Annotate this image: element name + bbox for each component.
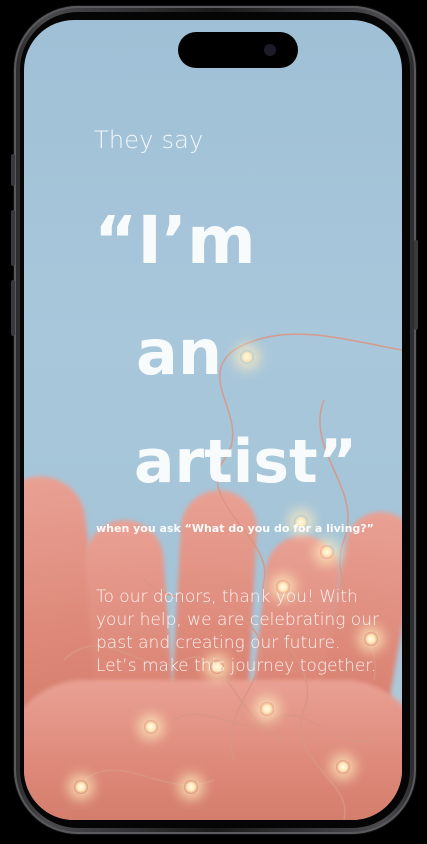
power-button bbox=[414, 240, 418, 330]
action-button bbox=[11, 154, 15, 186]
poster-content: They say “I’m an artist” when you ask “W… bbox=[24, 20, 402, 820]
phone-screen: They say “I’m an artist” when you ask “W… bbox=[24, 20, 402, 820]
thanks-paragraph: To our donors, thank you! With your help… bbox=[96, 587, 379, 676]
ask-caption: when you ask “What do you do for a livin… bbox=[96, 522, 374, 535]
quote-line-3: artist” bbox=[134, 427, 358, 497]
quote-line-2: an bbox=[136, 316, 222, 389]
volume-up-button bbox=[11, 210, 15, 266]
device-stage: They say “I’m an artist” when you ask “W… bbox=[0, 0, 427, 844]
volume-down-button bbox=[11, 280, 15, 336]
quote-line-1: “I’m bbox=[94, 202, 256, 279]
intro-text: They say bbox=[94, 126, 204, 154]
